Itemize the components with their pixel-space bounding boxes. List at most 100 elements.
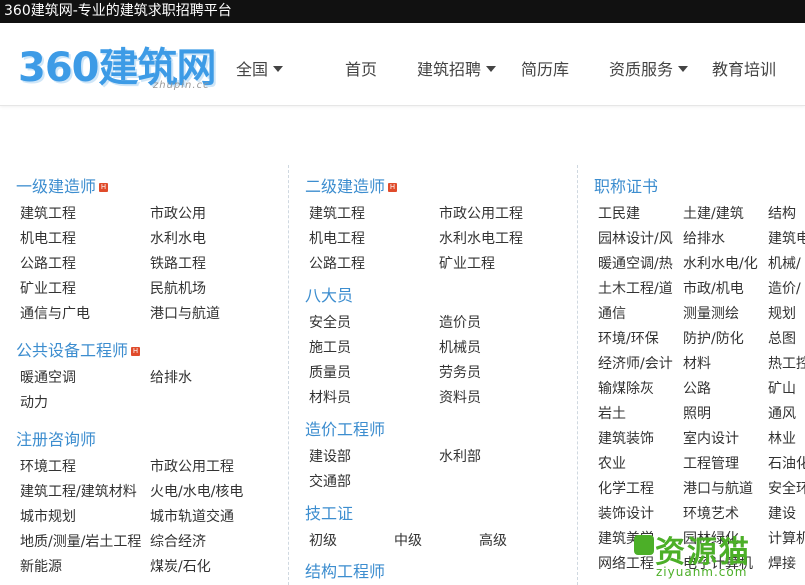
link-item[interactable]: 水利部 — [439, 446, 481, 466]
link-item[interactable]: 矿业工程 — [20, 278, 76, 298]
link-item[interactable]: 公路工程 — [309, 253, 365, 273]
link-item[interactable]: 水利水电 — [150, 228, 206, 248]
link-item[interactable]: 给排水 — [683, 228, 725, 248]
link-item[interactable]: 通信与广电 — [20, 303, 90, 323]
link-item[interactable]: 新能源 — [20, 556, 62, 576]
section-title-cost-engineer[interactable]: 造价工程师 — [305, 416, 385, 440]
nav-qualification[interactable]: 资质服务 — [609, 56, 689, 80]
link-item[interactable]: 材料 — [683, 353, 711, 373]
link-item[interactable]: 机电工程 — [20, 228, 76, 248]
link-item[interactable]: 机械/ — [768, 253, 801, 273]
link-item[interactable]: 热工控 — [768, 353, 805, 373]
link-item[interactable]: 环境/环保 — [598, 328, 659, 348]
section-title-second-class-constructor[interactable]: 二级建造师 H — [305, 173, 398, 197]
link-item[interactable]: 火电/水电/核电 — [150, 481, 243, 501]
link-item[interactable]: 建筑工程 — [20, 203, 76, 223]
section-title-professional-title[interactable]: 职称证书 — [594, 173, 658, 197]
link-item[interactable]: 安全环 — [768, 478, 805, 498]
nav-training[interactable]: 教育培训 — [712, 56, 776, 80]
link-item[interactable]: 化学工程 — [598, 478, 654, 498]
link-item[interactable]: 室内设计 — [683, 428, 739, 448]
link-item[interactable]: 地质/测量/岩土工程 — [20, 531, 141, 551]
link-item[interactable]: 输煤除灰 — [598, 378, 654, 398]
link-item[interactable]: 市政公用工程 — [439, 203, 523, 223]
nav-jobs[interactable]: 建筑招聘 — [417, 56, 497, 80]
link-item[interactable]: 岩土 — [598, 403, 626, 423]
link-item[interactable]: 防护/防化 — [683, 328, 744, 348]
link-item[interactable]: 通信 — [598, 303, 626, 323]
link-item[interactable]: 民航机场 — [150, 278, 206, 298]
link-item[interactable]: 总图 — [768, 328, 796, 348]
link-item[interactable]: 石油化 — [768, 453, 805, 473]
link-item[interactable]: 规划 — [768, 303, 796, 323]
section-title-registered-consultant[interactable]: 注册咨询师 — [16, 426, 96, 450]
link-item[interactable]: 综合经济 — [150, 531, 206, 551]
section-title-public-equipment-engineer[interactable]: 公共设备工程师 H — [16, 337, 141, 361]
link-item[interactable]: 林业 — [768, 428, 796, 448]
link-item[interactable]: 通风 — [768, 403, 796, 423]
link-item[interactable]: 市政/机电 — [683, 278, 744, 298]
link-item[interactable]: 工程管理 — [683, 453, 739, 473]
link-item[interactable]: 矿业工程 — [439, 253, 495, 273]
link-item[interactable]: 动力 — [20, 392, 48, 412]
link-item[interactable]: 经济师/会计 — [598, 353, 673, 373]
link-item[interactable]: 矿山 — [768, 378, 796, 398]
link-item[interactable]: 装饰设计 — [598, 503, 654, 523]
link-item[interactable]: 建筑工程/建筑材料 — [20, 481, 137, 501]
link-item[interactable]: 材料员 — [309, 387, 351, 407]
link-item[interactable]: 港口与航道 — [150, 303, 220, 323]
link-item[interactable]: 水利水电/化 — [683, 253, 758, 273]
nav-home[interactable]: 首页 — [345, 56, 377, 80]
link-item[interactable]: 环境艺术 — [683, 503, 739, 523]
section-title-structural-engineer[interactable]: 结构工程师 — [305, 558, 385, 582]
link-item[interactable]: 城市轨道交通 — [150, 506, 234, 526]
link-item[interactable]: 施工员 — [309, 337, 351, 357]
link-item[interactable]: 土木工程/道 — [598, 278, 673, 298]
link-item[interactable]: 公路 — [683, 378, 711, 398]
link-item[interactable]: 水利水电工程 — [439, 228, 523, 248]
link-item[interactable]: 安全员 — [309, 312, 351, 332]
link-item[interactable]: 焊接 — [768, 553, 796, 573]
link-item[interactable]: 园林设计/风 — [598, 228, 673, 248]
link-item[interactable]: 资料员 — [439, 387, 481, 407]
link-item[interactable]: 测量测绘 — [683, 303, 739, 323]
link-item[interactable]: 公路工程 — [20, 253, 76, 273]
link-item[interactable]: 城市规划 — [20, 506, 76, 526]
link-item[interactable]: 结构 — [768, 203, 796, 223]
link-item[interactable]: 初级 — [309, 530, 337, 550]
link-item[interactable]: 交通部 — [309, 471, 351, 491]
link-item[interactable]: 给排水 — [150, 367, 192, 387]
section-title-first-class-constructor[interactable]: 一级建造师 H — [16, 173, 109, 197]
link-item[interactable]: 造价/ — [768, 278, 801, 298]
link-item[interactable]: 建设 — [768, 503, 796, 523]
link-item[interactable]: 铁路工程 — [150, 253, 206, 273]
link-item[interactable]: 土建/建筑 — [683, 203, 744, 223]
link-item[interactable]: 暖通空调 — [20, 367, 76, 387]
nav-resumes[interactable]: 简历库 — [521, 56, 569, 80]
link-item[interactable]: 劳务员 — [439, 362, 481, 382]
link-item[interactable]: 建筑装饰 — [598, 428, 654, 448]
link-item[interactable]: 照明 — [683, 403, 711, 423]
link-item[interactable]: 环境工程 — [20, 456, 76, 476]
link-item[interactable]: 市政公用工程 — [150, 456, 234, 476]
link-item[interactable]: 农业 — [598, 453, 626, 473]
link-item[interactable]: 质量员 — [309, 362, 351, 382]
link-item[interactable]: 计算机 — [768, 528, 805, 548]
region-selector[interactable]: 全国 — [236, 56, 284, 80]
link-item[interactable]: 建筑电 — [768, 228, 805, 248]
link-item[interactable]: 建设部 — [309, 446, 351, 466]
link-item[interactable]: 暖通空调/热 — [598, 253, 673, 273]
link-item[interactable]: 建筑工程 — [309, 203, 365, 223]
section-title-eight-staff[interactable]: 八大员 — [305, 282, 353, 306]
link-item[interactable]: 煤炭/石化 — [150, 556, 211, 576]
link-item[interactable]: 造价员 — [439, 312, 481, 332]
link-item[interactable]: 工民建 — [598, 203, 640, 223]
section-title-technician-certificate[interactable]: 技工证 — [305, 500, 353, 524]
link-item[interactable]: 网络工程 — [598, 553, 654, 573]
link-item[interactable]: 中级 — [394, 530, 422, 550]
link-item[interactable]: 高级 — [479, 530, 507, 550]
link-item[interactable]: 市政公用 — [150, 203, 206, 223]
link-item[interactable]: 机械员 — [439, 337, 481, 357]
link-item[interactable]: 港口与航道 — [683, 478, 753, 498]
link-item[interactable]: 机电工程 — [309, 228, 365, 248]
